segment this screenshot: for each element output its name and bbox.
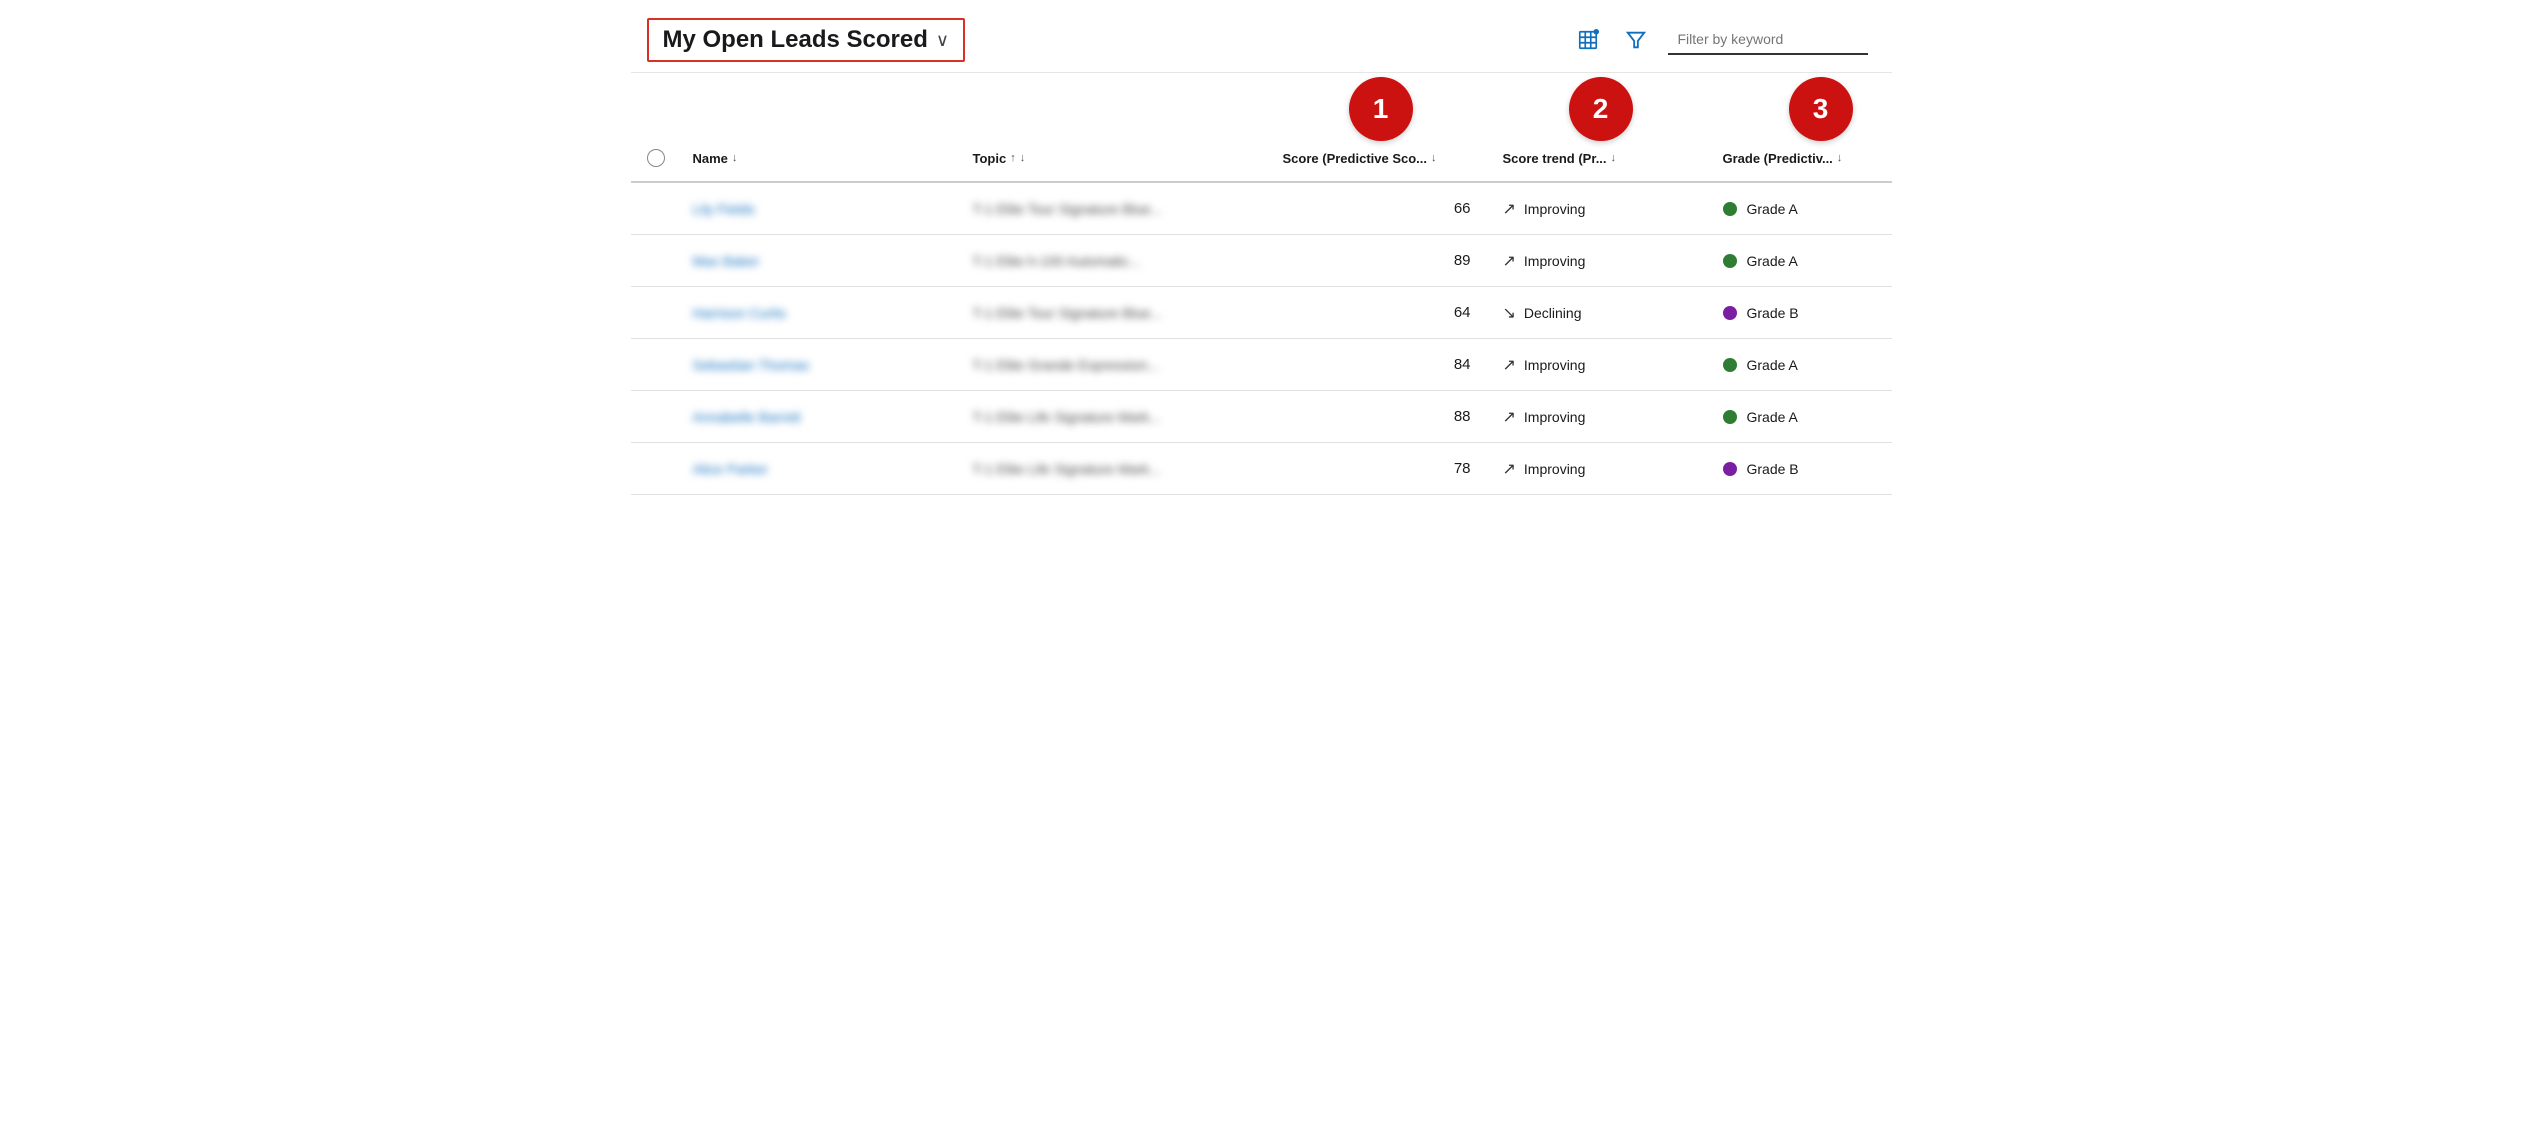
row-name[interactable]: Max Baker xyxy=(681,241,961,281)
row-checkbox-cell xyxy=(631,353,681,377)
col-header-topic[interactable]: Topic ↑ ↓ xyxy=(961,143,1271,174)
grade-label: Grade B xyxy=(1747,305,1799,321)
row-score: 66 xyxy=(1271,188,1491,229)
grade-dot xyxy=(1723,254,1737,268)
row-topic: T-1 Elite h-100 Automatic... xyxy=(961,241,1271,281)
row-topic: T-1 Elite Tour Signature Blue... xyxy=(961,189,1271,229)
grade-dot xyxy=(1723,358,1737,372)
row-score: 89 xyxy=(1271,240,1491,281)
sort-icon-score: ↓ xyxy=(1431,152,1437,164)
sort-icon-name: ↓ xyxy=(732,152,738,164)
page-container: My Open Leads Scored ∨ xyxy=(631,0,1892,495)
trend-up-arrow: ↗ xyxy=(1503,459,1516,479)
sort-icon-grade: ↓ xyxy=(1837,152,1843,164)
trend-label: Improving xyxy=(1524,357,1585,373)
table-row: Lily Fields T-1 Elite Tour Signature Blu… xyxy=(631,183,1892,235)
trend-down-arrow: ↘ xyxy=(1503,303,1516,323)
table-body: Lily Fields T-1 Elite Tour Signature Blu… xyxy=(631,183,1892,495)
table-row: Harrison Curtis T-1 Elite Tour Signature… xyxy=(631,287,1892,339)
trend-up-arrow: ↗ xyxy=(1503,199,1516,219)
bubble-col-1: 1 xyxy=(1271,77,1491,141)
row-checkbox-cell xyxy=(631,457,681,481)
row-trend: ↗ Improving xyxy=(1491,187,1711,231)
bubble-col-2: 2 xyxy=(1491,77,1711,141)
grade-dot xyxy=(1723,410,1737,424)
row-checkbox-cell xyxy=(631,197,681,221)
trend-up-arrow: ↗ xyxy=(1503,251,1516,271)
row-score: 84 xyxy=(1271,344,1491,385)
row-grade: Grade A xyxy=(1711,189,1931,229)
grade-label: Grade A xyxy=(1747,357,1798,373)
row-name[interactable]: Harrison Curtis xyxy=(681,293,961,333)
row-grade: Grade A xyxy=(1711,241,1931,281)
grade-label: Grade A xyxy=(1747,253,1798,269)
select-all-checkbox[interactable] xyxy=(647,149,665,167)
col-header-score[interactable]: Score (Predictive Sco... ↓ xyxy=(1271,143,1491,174)
header-row: My Open Leads Scored ∨ xyxy=(631,0,1892,73)
row-checkbox-cell xyxy=(631,405,681,429)
row-score: 88 xyxy=(1271,396,1491,437)
view-title-wrapper[interactable]: My Open Leads Scored ∨ xyxy=(647,18,966,62)
row-trend: ↗ Improving xyxy=(1491,447,1711,491)
col-header-grade[interactable]: Grade (Predictiv... ↓ xyxy=(1711,143,1931,174)
trend-up-arrow: ↗ xyxy=(1503,407,1516,427)
col-header-name[interactable]: Name ↓ xyxy=(681,143,961,174)
grade-label: Grade A xyxy=(1747,201,1798,217)
trend-up-arrow: ↗ xyxy=(1503,355,1516,375)
row-trend: ↗ Improving xyxy=(1491,395,1711,439)
table-row: Annabelle Barrett T-1 Elite Life Signatu… xyxy=(631,391,1892,443)
row-name[interactable]: Annabelle Barrett xyxy=(681,397,961,437)
row-topic: T-1 Elite Life Signature Mark... xyxy=(961,449,1271,489)
grade-dot xyxy=(1723,462,1737,476)
trend-label: Improving xyxy=(1524,409,1585,425)
row-checkbox-cell xyxy=(631,249,681,273)
filter-button[interactable] xyxy=(1620,24,1652,56)
row-topic: T-1 Elite Tour Signature Blue... xyxy=(961,293,1271,333)
keyword-filter-input[interactable] xyxy=(1668,25,1868,55)
table-row: Sebastian Thomas T-1 Elite Grande Expres… xyxy=(631,339,1892,391)
sort-icon-topic-2: ↓ xyxy=(1020,152,1026,164)
filter-icon xyxy=(1625,29,1647,51)
row-score: 64 xyxy=(1271,292,1491,333)
col-header-checkbox xyxy=(631,141,681,175)
row-topic: T-1 Elite Life Signature Mark... xyxy=(961,397,1271,437)
columns-settings-button[interactable] xyxy=(1572,24,1604,56)
column-headers: Name ↓ Topic ↑ ↓ Score (Predictive Sco..… xyxy=(631,141,1892,183)
grade-dot xyxy=(1723,306,1737,320)
table-row: Max Baker T-1 Elite h-100 Automatic... 8… xyxy=(631,235,1892,287)
row-topic: T-1 Elite Grande Expression... xyxy=(961,345,1271,385)
grade-label: Grade B xyxy=(1747,461,1799,477)
annotation-bubble-2: 2 xyxy=(1569,77,1633,141)
trend-label: Declining xyxy=(1524,305,1582,321)
trend-label: Improving xyxy=(1524,253,1585,269)
header-actions xyxy=(1572,24,1868,56)
row-trend: ↘ Declining xyxy=(1491,291,1711,335)
row-checkbox-cell xyxy=(631,301,681,325)
sort-icon-topic: ↑ xyxy=(1010,152,1016,164)
row-grade: Grade A xyxy=(1711,345,1931,385)
row-name[interactable]: Sebastian Thomas xyxy=(681,345,961,385)
sort-icon-trend: ↓ xyxy=(1611,152,1617,164)
row-grade: Grade B xyxy=(1711,293,1931,333)
annotation-bubble-3: 3 xyxy=(1789,77,1853,141)
grade-label: Grade A xyxy=(1747,409,1798,425)
row-grade: Grade A xyxy=(1711,397,1931,437)
row-trend: ↗ Improving xyxy=(1491,343,1711,387)
col-header-trend[interactable]: Score trend (Pr... ↓ xyxy=(1491,143,1711,174)
bubble-col-3: 3 xyxy=(1711,77,1931,141)
row-name[interactable]: Alice Parker xyxy=(681,449,961,489)
trend-label: Improving xyxy=(1524,461,1585,477)
table-row: Alice Parker T-1 Elite Life Signature Ma… xyxy=(631,443,1892,495)
row-score: 78 xyxy=(1271,448,1491,489)
bubbles-row: 1 2 3 xyxy=(631,73,1892,141)
row-trend: ↗ Improving xyxy=(1491,239,1711,283)
view-title: My Open Leads Scored xyxy=(663,26,928,54)
row-grade: Grade B xyxy=(1711,449,1931,489)
trend-label: Improving xyxy=(1524,201,1585,217)
columns-icon xyxy=(1577,29,1599,51)
annotation-bubble-1: 1 xyxy=(1349,77,1413,141)
row-name[interactable]: Lily Fields xyxy=(681,189,961,229)
grade-dot xyxy=(1723,202,1737,216)
chevron-down-icon: ∨ xyxy=(936,30,949,51)
